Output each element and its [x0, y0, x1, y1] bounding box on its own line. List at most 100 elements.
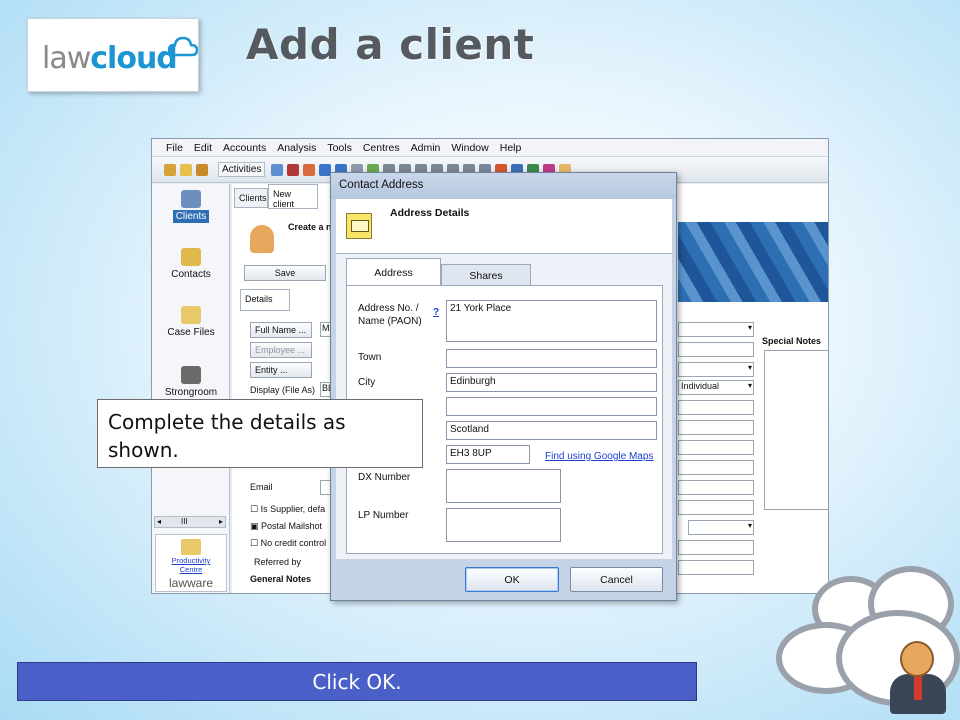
address-paon-label: Address No. / Name (PAON): [358, 303, 422, 327]
contacts-icon: [181, 248, 201, 266]
right-field-12[interactable]: [678, 540, 754, 555]
client-avatar-icon: [250, 225, 274, 253]
tab-clients[interactable]: Clients: [234, 188, 268, 208]
general-notes-label: General Notes: [250, 574, 312, 584]
person-head-icon: [900, 641, 934, 677]
menu-centres[interactable]: Centres: [363, 142, 400, 154]
save-button[interactable]: Save: [244, 265, 326, 281]
sidebar-item-case-files[interactable]: Case Files: [158, 306, 224, 338]
right-field-3[interactable]: ▾: [678, 362, 754, 377]
right-field-8[interactable]: [678, 460, 754, 475]
dx-number-field[interactable]: [446, 469, 561, 503]
slide-title: Add a client: [246, 20, 535, 69]
right-field-7[interactable]: [678, 440, 754, 455]
help-link[interactable]: ?: [433, 307, 439, 318]
menu-window[interactable]: Window: [451, 142, 488, 154]
sidebar-item-strongroom[interactable]: Strongroom: [158, 366, 224, 398]
toolbar-folder-icon[interactable]: [180, 163, 192, 176]
right-field-9[interactable]: [678, 480, 754, 495]
activities-dropdown[interactable]: Activities: [218, 162, 266, 177]
tab-shares[interactable]: Shares: [441, 264, 531, 286]
sidebar-scrollbar[interactable]: ◂ III ▸: [154, 516, 226, 528]
dialog-header: Address Details: [336, 199, 672, 254]
address-envelope-icon: [346, 213, 372, 239]
toolbar-book-icon[interactable]: [287, 163, 300, 176]
city-field[interactable]: Edinburgh: [446, 373, 657, 392]
menu-accounts[interactable]: Accounts: [223, 142, 266, 154]
postcode-field[interactable]: EH3 8UP: [446, 445, 530, 464]
chevron-down-icon[interactable]: ▾: [748, 363, 752, 372]
no-credit-control-label: No credit control: [260, 538, 327, 548]
navigation-sidebar: Clients Contacts Case Files Strongroom ◂…: [152, 184, 230, 593]
logo-text-law: law: [42, 41, 91, 76]
menu-bar: File Edit Accounts Analysis Tools Centre…: [152, 139, 828, 157]
entity-button[interactable]: Entity ...: [250, 362, 312, 378]
logo-text-cloud: cloud: [90, 41, 178, 76]
is-supplier-checkbox[interactable]: ☐ Is Supplier, defa: [250, 504, 325, 515]
instruction-callout: Complete the details as shown.: [97, 399, 423, 468]
tab-details[interactable]: Details: [240, 289, 290, 311]
case-files-icon: [181, 306, 201, 324]
chevron-down-icon[interactable]: ▾: [748, 323, 752, 332]
postal-mailshot-label: Postal Mailshot: [261, 521, 323, 531]
right-field-1[interactable]: ▾: [678, 322, 754, 337]
right-field-11[interactable]: ▾: [688, 520, 754, 535]
lawware-logo: lawware: [168, 576, 213, 590]
menu-tools[interactable]: Tools: [327, 142, 352, 154]
tab-address[interactable]: Address: [346, 258, 441, 287]
city-label: City: [358, 377, 376, 388]
clients-icon: [181, 190, 201, 208]
lawcloud-logo: lawcloud: [27, 18, 199, 92]
chevron-down-icon[interactable]: ▾: [748, 381, 752, 390]
right-field-13[interactable]: [678, 560, 754, 575]
sidebar-label-strongroom: Strongroom: [164, 387, 218, 398]
menu-file[interactable]: File: [166, 142, 183, 154]
is-supplier-label: Is Supplier, defa: [260, 504, 326, 514]
chevron-down-icon[interactable]: ▾: [748, 521, 752, 530]
productivity-centre-panel[interactable]: Productivity Centre lawware: [155, 534, 227, 592]
menu-admin[interactable]: Admin: [411, 142, 441, 154]
sidebar-item-clients[interactable]: Clients: [158, 190, 224, 223]
cloud-logo-icon: [168, 36, 198, 57]
ok-button[interactable]: OK: [465, 567, 559, 592]
tab-new-client[interactable]: New client: [268, 184, 318, 209]
town-label: Town: [358, 352, 382, 363]
find-google-maps-link[interactable]: Find using Google Maps: [545, 451, 653, 462]
cancel-button[interactable]: Cancel: [570, 567, 663, 592]
menu-analysis[interactable]: Analysis: [277, 142, 316, 154]
productivity-centre-link[interactable]: Productivity Centre: [156, 556, 226, 574]
productivity-centre-icon: [181, 539, 201, 555]
header-banner-image: [678, 222, 828, 302]
special-notes-textarea[interactable]: [764, 350, 828, 510]
special-notes-label: Special Notes: [762, 336, 822, 346]
entity-type-value: Individual: [681, 381, 720, 391]
menu-edit[interactable]: Edit: [194, 142, 212, 154]
toolbar-client-icon[interactable]: [164, 163, 176, 176]
strongroom-icon: [181, 366, 201, 384]
right-field-5[interactable]: [678, 400, 754, 415]
instruction-bar: Click OK.: [17, 662, 697, 701]
postal-mailshot-checkbox[interactable]: ▣ Postal Mailshot: [250, 521, 322, 532]
no-credit-control-checkbox[interactable]: ☐ No credit control: [250, 538, 326, 549]
entity-type-select[interactable]: Individual ▾: [678, 380, 754, 395]
address-paon-field[interactable]: 21 York Place: [446, 300, 657, 342]
county-field[interactable]: [446, 397, 657, 416]
country-field[interactable]: Scotland: [446, 421, 657, 440]
sidebar-item-contacts[interactable]: Contacts: [158, 248, 224, 280]
employee-button[interactable]: Employee ...: [250, 342, 312, 358]
full-name-button[interactable]: Full Name ...: [250, 322, 312, 338]
right-field-2[interactable]: [678, 342, 754, 357]
tie-icon: [914, 676, 922, 700]
lp-number-field[interactable]: [446, 508, 561, 542]
scroll-left-icon[interactable]: ◂: [157, 517, 161, 527]
menu-help[interactable]: Help: [500, 142, 522, 154]
toolbar-window-icon[interactable]: [271, 163, 284, 176]
scroll-thumb[interactable]: III: [181, 517, 188, 527]
scroll-right-icon[interactable]: ▸: [219, 517, 223, 527]
toolbar-tool-icon[interactable]: [303, 163, 316, 176]
right-field-10[interactable]: [678, 500, 754, 515]
lp-number-label: LP Number: [358, 510, 409, 521]
town-field[interactable]: [446, 349, 657, 368]
right-field-6[interactable]: [678, 420, 754, 435]
toolbar-box-icon[interactable]: [196, 163, 208, 176]
